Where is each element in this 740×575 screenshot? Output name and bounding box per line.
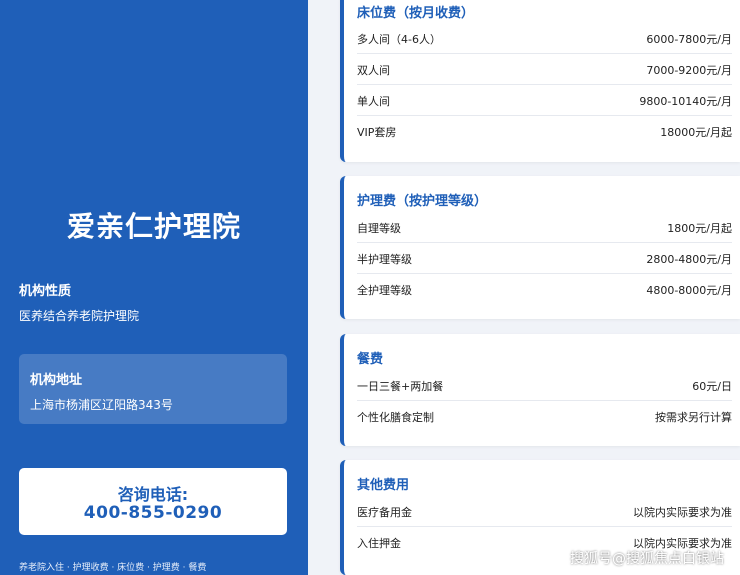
fee-name: 一日三餐+两加餐 [357,380,444,393]
fee-name: VIP套房 [357,126,397,139]
fee-price: 7000-9200元/月 [646,64,732,77]
fee-row: 全护理等级 4800-8000元/月 [357,274,732,305]
address-box: 机构地址 上海市杨浦区辽阳路343号 [19,354,287,424]
fee-name: 自理等级 [357,222,401,235]
address-value: 上海市杨浦区辽阳路343号 [30,398,173,412]
fee-row: 自理等级 1800元/月起 [357,212,732,243]
fee-row: 一日三餐+两加餐 60元/日 [357,370,732,401]
fee-price: 18000元/月起 [660,126,732,139]
card-title: 其他费用 [357,478,410,493]
phone-number[interactable]: 400-855-0290 [19,503,287,523]
fee-row: 医疗备用金 以院内实际要求为准 [357,496,732,527]
fee-name: 个性化膳食定制 [357,411,434,424]
card-title: 餐费 [357,352,384,367]
sidebar-panel: 爱亲仁护理院 机构性质 医养结合养老院护理院 机构地址 上海市杨浦区辽阳路343… [0,0,308,575]
fee-name: 半护理等级 [357,253,412,266]
fee-price: 4800-8000元/月 [646,284,732,297]
meal-fee-card: 餐费 一日三餐+两加餐 60元/日 个性化膳食定制 按需求另行计算 [340,334,740,446]
card-title: 床位费（按月收费） [357,6,475,21]
fee-name: 全护理等级 [357,284,412,297]
phone-box[interactable]: 咨询电话: 400-855-0290 [19,468,287,535]
fee-row: 半护理等级 2800-4800元/月 [357,243,732,274]
nursing-fee-card: 护理费（按护理等级） 自理等级 1800元/月起 半护理等级 2800-4800… [340,176,740,319]
fee-name: 入住押金 [357,537,401,550]
fee-price: 9800-10140元/月 [639,95,732,108]
fee-row: 双人间 7000-9200元/月 [357,54,732,85]
nature-value: 医养结合养老院护理院 [19,309,140,323]
org-name: 爱亲仁护理院 [66,210,241,243]
fee-row: VIP套房 18000元/月起 [357,116,732,147]
fee-price: 2800-4800元/月 [646,253,732,266]
fee-row: 多人间（4-6人） 6000-7800元/月 [357,23,732,54]
fee-price: 60元/日 [692,380,732,393]
bed-fee-card: 床位费（按月收费） 多人间（4-6人） 6000-7800元/月 双人间 700… [340,0,740,162]
fee-price: 6000-7800元/月 [646,33,732,46]
phone-label: 咨询电话: [117,485,189,504]
footer-links: 养老院入住 · 护理收费 · 床位费 · 护理费 · 餐费 [19,563,207,573]
fee-row: 单人间 9800-10140元/月 [357,85,732,116]
fee-price: 以院内实际要求为准 [633,506,732,519]
fee-name: 多人间（4-6人） [357,33,441,46]
fee-name: 双人间 [357,64,390,77]
fee-name: 医疗备用金 [357,506,412,519]
watermark: 搜狐号@搜狐焦点白银站 [570,551,724,567]
address-title: 机构地址 [30,373,83,388]
fee-row: 个性化膳食定制 按需求另行计算 [357,401,732,432]
fee-price: 按需求另行计算 [655,411,732,424]
fee-name: 单人间 [357,95,390,108]
card-title: 护理费（按护理等级） [357,194,488,209]
fee-price: 1800元/月起 [667,222,732,235]
nature-title: 机构性质 [19,284,72,299]
